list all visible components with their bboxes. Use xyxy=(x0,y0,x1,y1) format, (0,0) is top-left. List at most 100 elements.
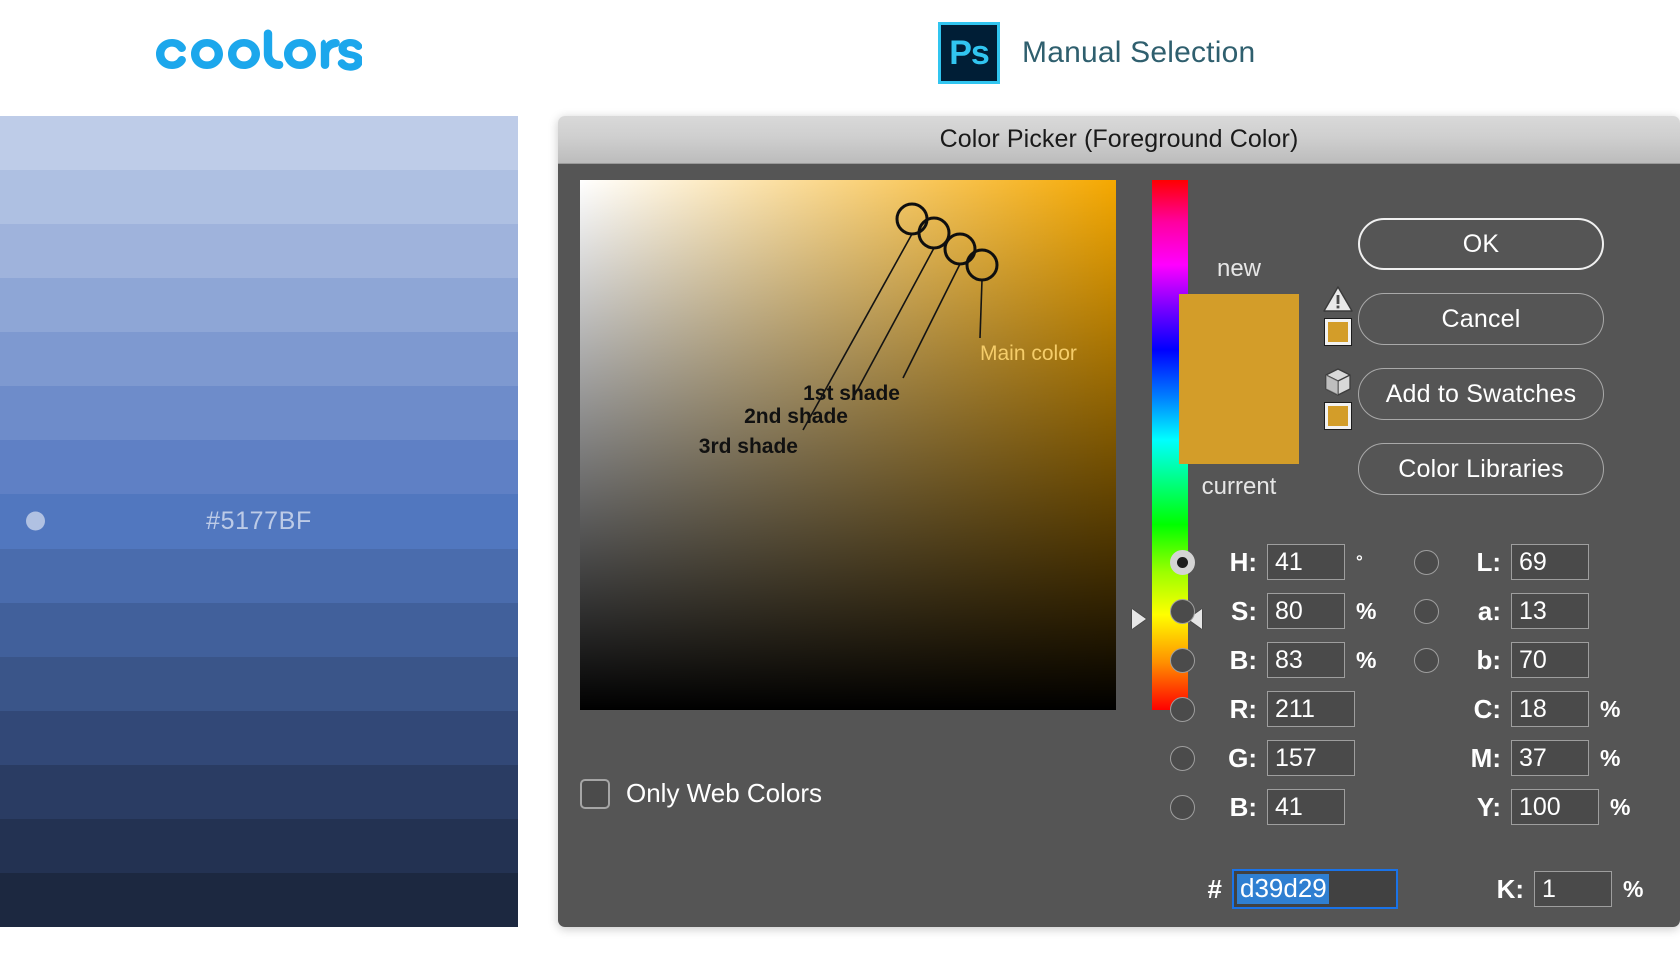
palette-swatch[interactable] xyxy=(0,548,518,603)
field-group-y-right: Y: 100% xyxy=(1414,789,1660,825)
annotation-leader-line xyxy=(902,263,961,379)
field-group-b-right: b: 70 xyxy=(1414,642,1660,678)
field-row: H: 41 ° L: 69 xyxy=(1170,538,1660,586)
field-group-s-left: S: 80% xyxy=(1170,593,1414,629)
palette-swatch[interactable] xyxy=(0,332,518,387)
radio-b[interactable] xyxy=(1170,647,1195,673)
dialog-titlebar[interactable]: Color Picker (Foreground Color) xyxy=(558,116,1680,164)
field-unit-y: % xyxy=(1610,793,1631,820)
field-label-b: B: xyxy=(1229,791,1257,822)
palette-swatch[interactable] xyxy=(0,656,518,711)
annotation-marker-circle xyxy=(965,248,999,282)
radio-b[interactable] xyxy=(1170,794,1195,820)
k-input[interactable]: 1 xyxy=(1534,871,1612,907)
hue-marker-left-icon[interactable] xyxy=(1132,609,1146,629)
field-group-l-right: L: 69 xyxy=(1414,544,1660,580)
annotation-marker-circle xyxy=(917,216,951,250)
palette-swatch[interactable] xyxy=(0,710,518,765)
current-color-swatch[interactable] xyxy=(1179,379,1299,465)
radio-b[interactable] xyxy=(1414,647,1439,673)
k-unit: % xyxy=(1623,875,1644,902)
field-row: G: 157 M: 37% xyxy=(1170,734,1660,782)
field-label-a: a: xyxy=(1477,595,1501,626)
field-unit-c: % xyxy=(1600,695,1621,722)
out-of-gamut-warning-icon[interactable] xyxy=(1323,286,1353,313)
color-libraries-button[interactable]: Color Libraries xyxy=(1358,443,1604,495)
radio-h[interactable] xyxy=(1170,549,1195,575)
annotation-overlay: Main color 1st shade2nd shade 3rd shade xyxy=(699,202,1077,458)
field-label-h: H: xyxy=(1229,546,1257,577)
field-label-c: C: xyxy=(1473,693,1501,724)
cmyk-k-field: K: 1 % xyxy=(1462,871,1643,907)
field-input-r[interactable]: 211 xyxy=(1267,691,1355,727)
radio-l[interactable] xyxy=(1414,549,1439,575)
cancel-button[interactable]: Cancel xyxy=(1358,293,1604,345)
photoshop-icon: Ps xyxy=(938,22,1000,84)
field-input-a[interactable]: 13 xyxy=(1511,593,1589,629)
hex-hash-label: # xyxy=(1207,873,1222,904)
k-label: K: xyxy=(1496,873,1524,904)
palette-swatch[interactable] xyxy=(0,602,518,657)
field-group-r-left: R: 211 xyxy=(1170,691,1414,727)
radio-s[interactable] xyxy=(1170,598,1195,624)
checkbox-box-icon[interactable] xyxy=(580,778,610,809)
selected-swatch-dot-icon xyxy=(26,511,45,531)
field-group-b-left: B: 83% xyxy=(1170,642,1414,678)
field-row: S: 80% a: 13 xyxy=(1170,587,1660,635)
gamut-alt-swatch[interactable] xyxy=(1324,318,1352,346)
palette-swatch[interactable] xyxy=(0,872,518,927)
new-color-label: new xyxy=(1216,255,1262,282)
ok-button[interactable]: OK xyxy=(1358,218,1604,270)
annotation-label: 2nd shade xyxy=(744,405,848,428)
dialog-buttons: OK Cancel Add to Swatches Color Libraries xyxy=(1358,218,1604,495)
field-input-g[interactable]: 157 xyxy=(1267,740,1355,776)
field-input-b[interactable]: 83 xyxy=(1267,642,1345,678)
field-input-m[interactable]: 37 xyxy=(1511,740,1589,776)
field-input-l[interactable]: 69 xyxy=(1511,544,1589,580)
annotation-marker-circle xyxy=(895,202,929,236)
photoshop-header: Ps Manual Selection xyxy=(938,22,1255,84)
palette-swatch[interactable]: #5177BF xyxy=(0,494,518,549)
field-group-m-right: M: 37% xyxy=(1414,740,1660,776)
palette-swatch[interactable] xyxy=(0,818,518,873)
web-safe-alt-swatch[interactable] xyxy=(1324,402,1352,430)
field-label-b: b: xyxy=(1476,644,1501,675)
field-input-s[interactable]: 80 xyxy=(1267,593,1345,629)
field-row: B: 41 Y: 100% xyxy=(1170,783,1660,831)
palette-swatch[interactable] xyxy=(0,278,518,333)
add-to-swatches-button[interactable]: Add to Swatches xyxy=(1358,368,1604,420)
annotation-label: 3rd shade xyxy=(699,435,798,458)
color-value-fields: H: 41 ° L: 69 S: 80% a: 13 B: 83% b: 70 R: 211 C: 18% G: 1… xyxy=(1170,538,1660,832)
dialog-body: Main color 1st shade 2nd shade 3rd shade On… xyxy=(558,164,1680,927)
palette-swatch[interactable] xyxy=(0,440,518,495)
field-input-y[interactable]: 100 xyxy=(1511,789,1599,825)
field-label-g: G: xyxy=(1228,742,1257,773)
radio-r[interactable] xyxy=(1170,696,1195,722)
field-unit-s: % xyxy=(1356,597,1377,624)
annotation-leader-line xyxy=(851,247,935,401)
radio-g[interactable] xyxy=(1170,745,1195,771)
palette-swatch[interactable] xyxy=(0,224,518,279)
field-group-h-left: H: 41 ° xyxy=(1170,544,1414,580)
palette-swatch[interactable] xyxy=(0,170,518,225)
field-input-h[interactable]: 41 xyxy=(1267,544,1345,580)
color-field[interactable]: Main color 1st shade 2nd shade 3rd shade xyxy=(580,180,1116,710)
current-color-label: current xyxy=(1201,473,1277,501)
field-input-b[interactable]: 41 xyxy=(1267,789,1345,825)
coolors-palette: #5177BF xyxy=(0,116,518,927)
radio-spacer xyxy=(1414,795,1439,820)
only-web-colors-checkbox[interactable]: Only Web Colors xyxy=(580,778,822,809)
radio-spacer xyxy=(1414,697,1439,722)
palette-swatch[interactable] xyxy=(0,764,518,819)
annotation-label: 1st shade xyxy=(803,382,900,405)
palette-swatch[interactable] xyxy=(0,386,518,441)
palette-swatch[interactable] xyxy=(0,116,518,171)
field-input-c[interactable]: 18 xyxy=(1511,691,1589,727)
hex-input[interactable]: d39d29 xyxy=(1232,869,1398,909)
field-group-c-right: C: 18% xyxy=(1414,691,1660,727)
non-web-safe-cube-icon[interactable] xyxy=(1323,367,1353,397)
field-unit-h: ° xyxy=(1356,552,1363,571)
new-color-swatch xyxy=(1179,294,1299,380)
field-input-b[interactable]: 70 xyxy=(1511,642,1589,678)
radio-a[interactable] xyxy=(1414,598,1439,624)
